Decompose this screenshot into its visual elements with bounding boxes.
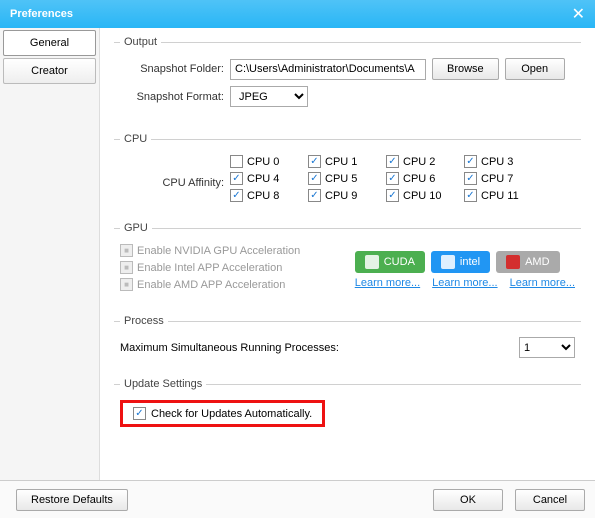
cpu-label-9: CPU 9 xyxy=(325,190,357,202)
cpu-checkbox-11[interactable] xyxy=(464,189,477,202)
snapshot-folder-label: Snapshot Folder: xyxy=(120,63,230,75)
cpu-label-7: CPU 7 xyxy=(481,173,513,185)
sidebar-item-creator[interactable]: Creator xyxy=(3,58,96,84)
snapshot-format-select[interactable]: JPEG xyxy=(230,86,308,107)
cuda-button[interactable]: CUDA xyxy=(355,251,425,273)
cancel-button[interactable]: Cancel xyxy=(515,489,585,511)
cpu-checkbox-8[interactable] xyxy=(230,189,243,202)
open-button[interactable]: Open xyxy=(505,58,565,80)
amd-label: Enable AMD APP Acceleration xyxy=(137,279,285,291)
cpu-checkbox-1[interactable] xyxy=(308,155,321,168)
close-icon[interactable]: ✕ xyxy=(572,4,585,24)
snapshot-format-label: Snapshot Format: xyxy=(120,91,230,103)
cuda-icon xyxy=(365,255,379,269)
intel-button[interactable]: intel xyxy=(431,251,490,273)
gpu-group: GPU Enable NVIDIA GPU Acceleration Enabl… xyxy=(114,222,581,309)
cpu-checkbox-6[interactable] xyxy=(386,172,399,185)
max-processes-select[interactable]: 1 xyxy=(519,337,575,358)
process-legend: Process xyxy=(120,315,168,327)
ok-button[interactable]: OK xyxy=(433,489,503,511)
check-updates-label: Check for Updates Automatically. xyxy=(151,408,312,420)
cpu-label-8: CPU 8 xyxy=(247,190,279,202)
cpu-legend: CPU xyxy=(120,133,151,145)
cpu-label-5: CPU 5 xyxy=(325,173,357,185)
nvidia-checkbox xyxy=(120,244,133,257)
max-processes-label: Maximum Simultaneous Running Processes: xyxy=(120,342,339,354)
gpu-legend: GPU xyxy=(120,222,152,234)
cpu-label-6: CPU 6 xyxy=(403,173,435,185)
amd-icon xyxy=(506,255,520,269)
cpu-checkbox-4[interactable] xyxy=(230,172,243,185)
cpu-checkbox-0[interactable] xyxy=(230,155,243,168)
window-title: Preferences xyxy=(10,8,73,20)
learn-more-cuda[interactable]: Learn more... xyxy=(355,277,420,289)
snapshot-folder-input[interactable] xyxy=(230,59,426,80)
intel-label: Enable Intel APP Acceleration xyxy=(137,262,282,274)
browse-button[interactable]: Browse xyxy=(432,58,499,80)
intel-checkbox xyxy=(120,261,133,274)
output-group: Output Snapshot Folder: Browse Open Snap… xyxy=(114,36,581,127)
cpu-label-0: CPU 0 xyxy=(247,156,279,168)
cpu-checkbox-9[interactable] xyxy=(308,189,321,202)
learn-more-amd[interactable]: Learn more... xyxy=(510,277,575,289)
cpu-label-4: CPU 4 xyxy=(247,173,279,185)
cpu-checkbox-2[interactable] xyxy=(386,155,399,168)
update-legend: Update Settings xyxy=(120,378,206,390)
update-group: Update Settings Check for Updates Automa… xyxy=(114,378,581,441)
cpu-affinity-label: CPU Affinity: xyxy=(120,155,230,202)
intel-icon xyxy=(441,255,455,269)
cpu-checkbox-7[interactable] xyxy=(464,172,477,185)
sidebar-item-general[interactable]: General xyxy=(3,30,96,56)
sidebar: General Creator xyxy=(0,28,100,480)
highlight-box: Check for Updates Automatically. xyxy=(120,400,325,427)
cpu-label-1: CPU 1 xyxy=(325,156,357,168)
check-updates-checkbox[interactable] xyxy=(133,407,146,420)
nvidia-label: Enable NVIDIA GPU Acceleration xyxy=(137,245,300,257)
cpu-checkbox-5[interactable] xyxy=(308,172,321,185)
cpu-label-2: CPU 2 xyxy=(403,156,435,168)
learn-more-intel[interactable]: Learn more... xyxy=(432,277,497,289)
cpu-label-3: CPU 3 xyxy=(481,156,513,168)
cpu-label-10: CPU 10 xyxy=(403,190,442,202)
restore-defaults-button[interactable]: Restore Defaults xyxy=(16,489,128,511)
cpu-checkbox-10[interactable] xyxy=(386,189,399,202)
cpu-label-11: CPU 11 xyxy=(481,190,519,202)
cpu-checkbox-3[interactable] xyxy=(464,155,477,168)
process-group: Process Maximum Simultaneous Running Pro… xyxy=(114,315,581,372)
footer: Restore Defaults OK Cancel xyxy=(0,480,595,518)
titlebar: Preferences ✕ xyxy=(0,0,595,28)
amd-button[interactable]: AMD xyxy=(496,251,559,273)
amd-checkbox xyxy=(120,278,133,291)
output-legend: Output xyxy=(120,36,161,48)
cpu-group: CPU CPU Affinity: CPU 0 CPU 1 CPU 2 CPU 3 CP… xyxy=(114,133,581,216)
